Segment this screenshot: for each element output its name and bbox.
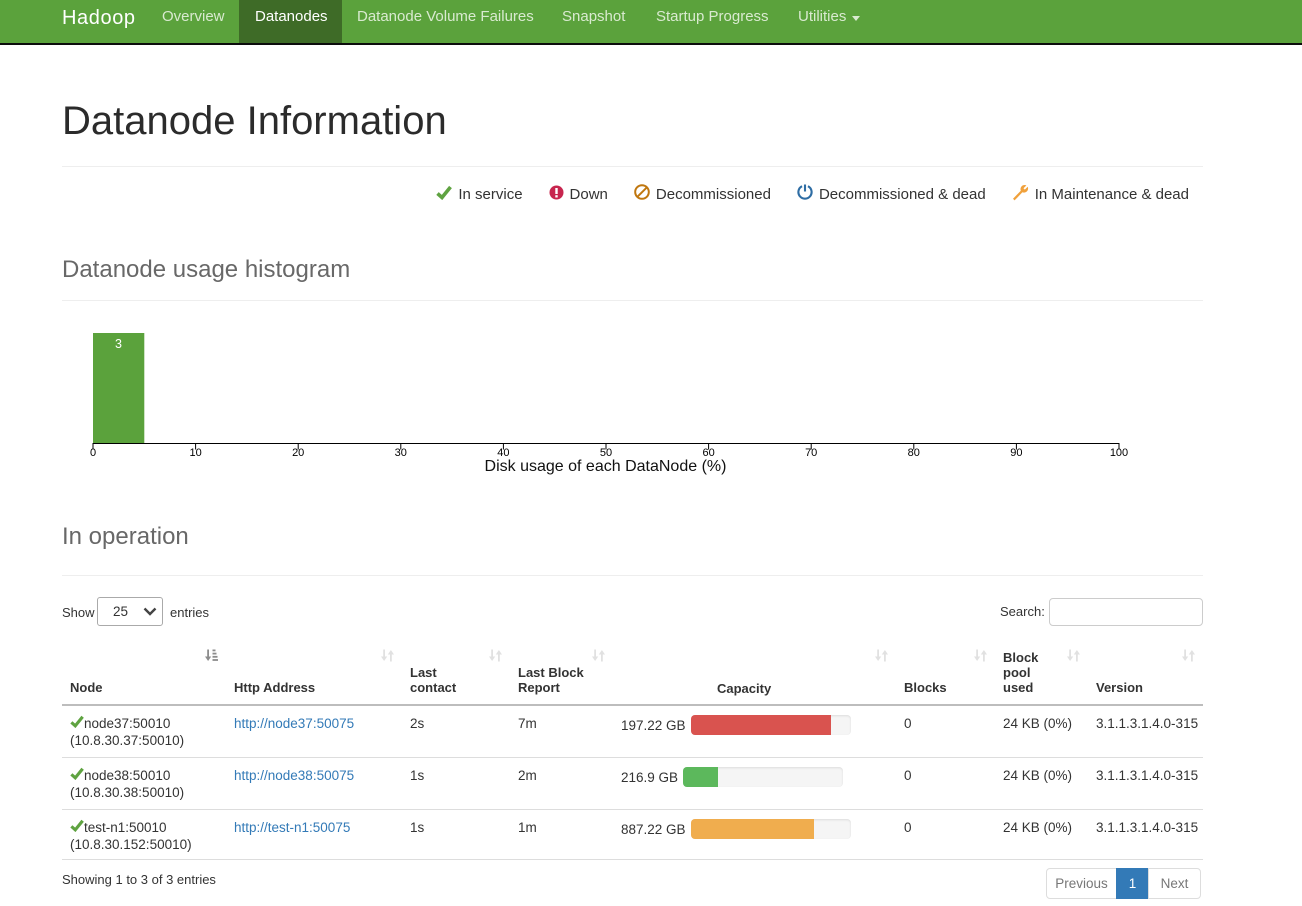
svg-text:100: 100: [1110, 447, 1128, 459]
svg-text:80: 80: [908, 447, 920, 459]
svg-text:70: 70: [805, 447, 817, 459]
svg-text:20: 20: [292, 447, 304, 459]
svg-text:3: 3: [115, 337, 122, 351]
svg-text:10: 10: [189, 447, 201, 459]
svg-text:0: 0: [90, 447, 96, 459]
svg-text:90: 90: [1010, 447, 1022, 459]
svg-text:Disk usage of each DataNode (%: Disk usage of each DataNode (%): [485, 458, 727, 475]
svg-text:30: 30: [395, 447, 407, 459]
